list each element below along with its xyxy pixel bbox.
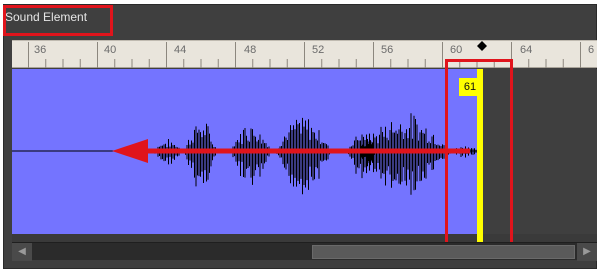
sound-element-window: Sound Element 36 40 44 48 52 56 60 64 6 … xyxy=(0,0,599,276)
scroll-left-button[interactable]: ◀ xyxy=(12,243,32,261)
ruler-label-64: 64 xyxy=(520,44,533,56)
ruler-label-52: 52 xyxy=(312,44,325,56)
scroll-thumb[interactable] xyxy=(312,245,575,259)
ruler-label-56: 56 xyxy=(381,44,394,56)
title-highlight-annotation xyxy=(3,5,113,36)
scroll-right-button[interactable]: ▶ xyxy=(577,243,597,261)
ruler-label-40: 40 xyxy=(104,44,117,56)
ruler-label-68: 6 xyxy=(588,44,595,56)
ruler-label-44: 44 xyxy=(174,44,187,56)
ruler-label-60: 60 xyxy=(450,44,463,56)
playhead-highlight-annotation xyxy=(445,59,513,250)
horizontal-scrollbar[interactable]: ◀ ▶ xyxy=(12,242,597,261)
ruler-label-36: 36 xyxy=(34,44,47,56)
ruler-label-48: 48 xyxy=(244,44,257,56)
sound-waveform xyxy=(12,113,477,195)
playhead-diamond-icon[interactable] xyxy=(476,40,488,52)
